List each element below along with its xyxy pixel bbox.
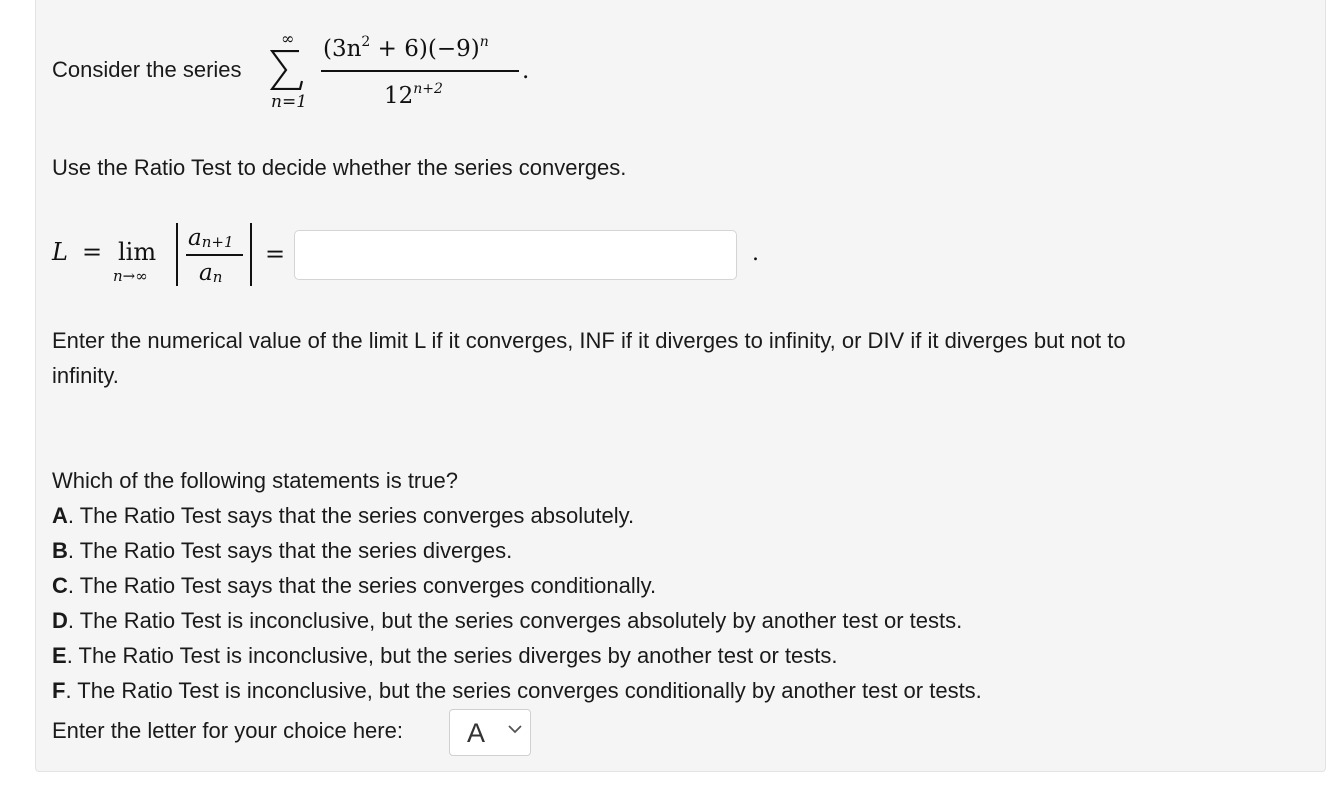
series-numerator: (3n2 + 6)(−9)n (323, 34, 489, 62)
limit-help-line-1: Enter the numerical value of the limit L… (52, 328, 1126, 353)
limit-answer-input[interactable] (294, 230, 737, 280)
option-b: B. The Ratio Test says that the series d… (52, 538, 513, 563)
sum-lower-limit: n=1 (271, 92, 308, 112)
sum-upper-limit: ∞ (281, 29, 295, 48)
series-period: . (522, 58, 530, 84)
option-a: A. The Ratio Test says that the series c… (52, 503, 635, 528)
summation-sigma-icon (269, 50, 303, 90)
chevron-down-icon (508, 725, 522, 734)
option-d: D. The Ratio Test is inconclusive, but t… (52, 608, 963, 633)
limit-L-symbol: L (52, 238, 68, 266)
abs-bar-left (176, 223, 178, 286)
ratio-numerator: an+1 (188, 225, 234, 251)
limit-equals-2: = (265, 240, 286, 268)
option-f: F. The Ratio Test is inconclusive, but t… (52, 678, 982, 703)
limit-equals: = (82, 238, 103, 266)
choice-label: Enter the letter for your choice here: (52, 718, 403, 743)
series-intro-label: Consider the series (52, 57, 242, 82)
series-fraction-bar (321, 70, 519, 72)
ratio-denominator: an (199, 260, 223, 286)
choice-selected-value: A (467, 718, 486, 748)
lim-subscript: n→∞ (113, 267, 148, 285)
instruction-text: Use the Ratio Test to decide whether the… (52, 155, 627, 180)
ratio-fraction-bar (186, 254, 243, 256)
option-c: C. The Ratio Test says that the series c… (52, 573, 657, 598)
option-e: E. The Ratio Test is inconclusive, but t… (52, 643, 838, 668)
lim-operator: lim (118, 238, 157, 266)
abs-bar-right (250, 223, 252, 286)
question-text: Which of the following statements is tru… (52, 468, 458, 493)
limit-help-line-2: infinity. (52, 363, 119, 388)
series-denominator: 12n+2 (384, 81, 443, 109)
choice-select[interactable]: A (449, 709, 531, 756)
limit-period: . (752, 241, 759, 266)
